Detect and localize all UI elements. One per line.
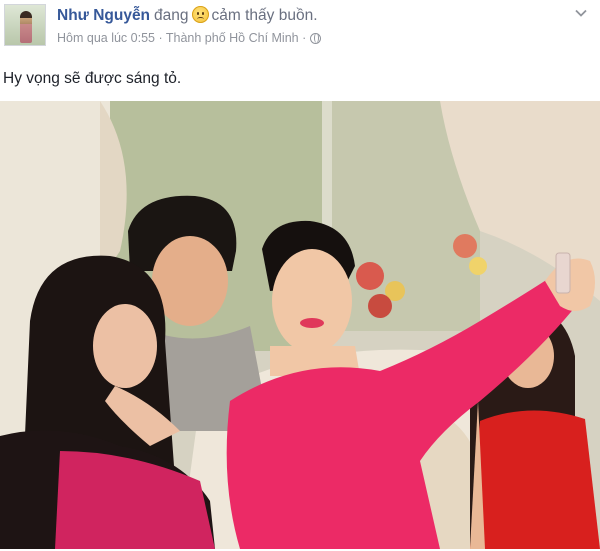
chevron-down-icon[interactable] — [574, 6, 588, 20]
post-photo[interactable] — [0, 101, 600, 549]
globe-icon[interactable] — [309, 33, 321, 44]
feeling-text[interactable]: cảm thấy buồn. — [212, 7, 318, 24]
profile-avatar[interactable] — [4, 4, 46, 46]
sad-face-icon — [191, 6, 209, 23]
post-timestamp[interactable]: Hôm qua lúc 0:55 — [57, 31, 155, 45]
feeling-verb: đang — [154, 7, 189, 24]
avatar-figure — [20, 11, 32, 43]
post-header: Như Nguyễn đang cảm thấy buồn. — [57, 6, 318, 26]
post-meta: Hôm qua lúc 0:55 · Thành phố Hồ Chí Minh… — [57, 30, 321, 46]
post-caption: Hy vọng sẽ được sáng tỏ. — [3, 70, 182, 87]
post-location[interactable]: Thành phố Hồ Chí Minh — [166, 31, 299, 45]
meta-separator: · — [158, 31, 163, 45]
facebook-post: Như Nguyễn đang cảm thấy buồn. Hôm qua lúc… — [0, 0, 600, 551]
meta-separator-2: · — [302, 31, 307, 45]
author-name-link[interactable]: Như Nguyễn — [57, 7, 150, 24]
selfie-photo-illustration — [0, 101, 600, 549]
